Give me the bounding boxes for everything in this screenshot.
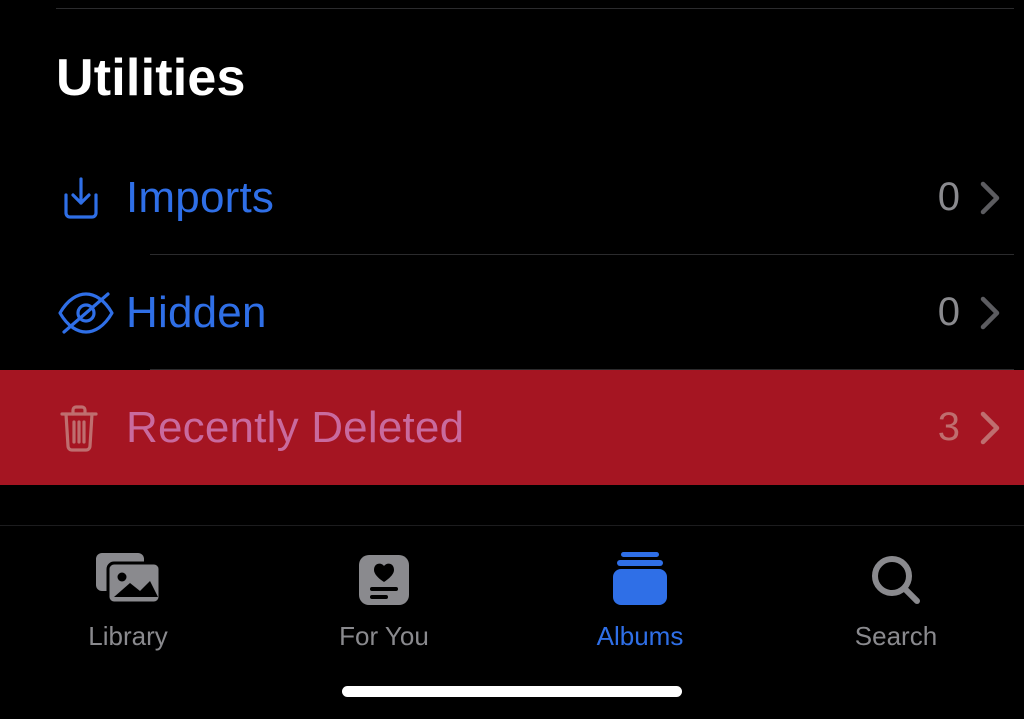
eye-slash-icon bbox=[56, 288, 126, 338]
utilities-row-hidden[interactable]: Hidden 0 bbox=[0, 255, 1024, 370]
chevron-right-icon bbox=[970, 295, 1010, 331]
tab-for-you[interactable]: For You bbox=[284, 545, 484, 652]
divider bbox=[56, 8, 1014, 9]
foryou-icon bbox=[355, 545, 413, 609]
chevron-right-icon bbox=[970, 410, 1010, 446]
utilities-row-count: 0 bbox=[938, 290, 960, 335]
utilities-row-recently-deleted[interactable]: Recently Deleted 3 bbox=[0, 370, 1024, 485]
section-title: Utilities bbox=[56, 48, 246, 108]
tab-albums[interactable]: Albums bbox=[540, 545, 740, 652]
utilities-list: Imports 0 Hidden 0 bbox=[0, 140, 1024, 485]
chevron-right-icon bbox=[970, 180, 1010, 216]
tab-library[interactable]: Library bbox=[28, 545, 228, 652]
search-icon bbox=[867, 545, 925, 609]
download-box-icon bbox=[56, 173, 126, 223]
utilities-row-count: 0 bbox=[938, 175, 960, 220]
tab-label: For You bbox=[339, 621, 429, 652]
albums-icon bbox=[607, 545, 673, 609]
home-indicator[interactable] bbox=[342, 686, 682, 697]
tab-label: Library bbox=[88, 621, 167, 652]
tab-label: Albums bbox=[597, 621, 684, 652]
trash-icon bbox=[56, 402, 126, 454]
utilities-row-label: Imports bbox=[126, 173, 274, 223]
utilities-row-imports[interactable]: Imports 0 bbox=[0, 140, 1024, 255]
library-icon bbox=[88, 545, 168, 609]
utilities-row-label: Hidden bbox=[126, 288, 267, 338]
tab-label: Search bbox=[855, 621, 937, 652]
utilities-row-count: 3 bbox=[938, 405, 960, 450]
photos-albums-utilities-screen: Utilities Imports 0 bbox=[0, 0, 1024, 719]
utilities-row-label: Recently Deleted bbox=[126, 403, 464, 453]
tab-search[interactable]: Search bbox=[796, 545, 996, 652]
